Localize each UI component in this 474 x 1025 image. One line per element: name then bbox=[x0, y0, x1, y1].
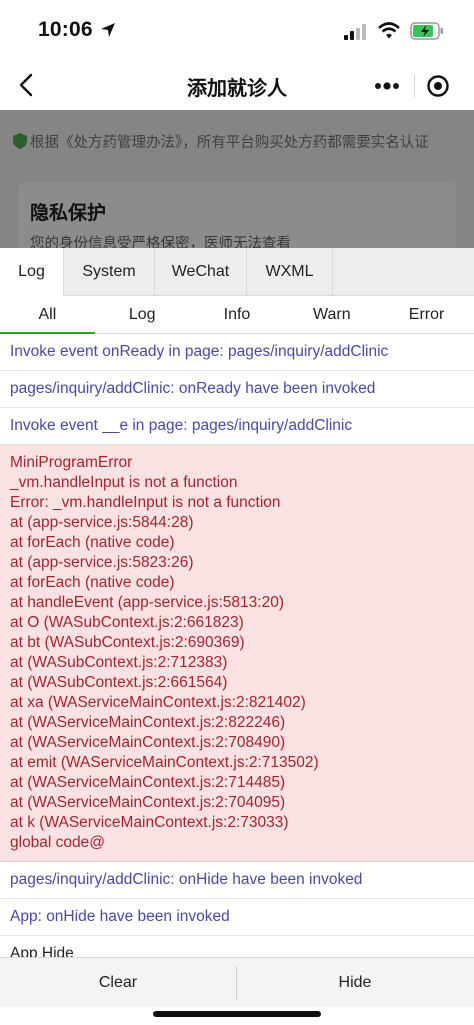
error-stack-line: at (app-service.js:5844:28) bbox=[10, 514, 194, 531]
error-stack-line: at emit (WAServiceMainContext.js:2:71350… bbox=[10, 754, 319, 771]
hide-button[interactable]: Hide bbox=[237, 958, 473, 1008]
error-stack-line: at forEach (native code) bbox=[10, 574, 175, 591]
error-stack-line: at (WAServiceMainContext.js:2:714485) bbox=[10, 774, 286, 791]
filter-info[interactable]: Info bbox=[190, 296, 285, 334]
error-stack-line: at O (WASubContext.js:2:661823) bbox=[10, 614, 244, 631]
clear-button[interactable]: Clear bbox=[0, 958, 236, 1008]
error-stack-line: at k (WAServiceMainContext.js:2:73033) bbox=[10, 814, 289, 831]
error-stack-line: at xa (WAServiceMainContext.js:2:821402) bbox=[10, 694, 306, 711]
tab-log[interactable]: Log bbox=[0, 248, 64, 296]
battery-charging-icon bbox=[410, 22, 443, 40]
log-item: Invoke event __e in page: pages/inquiry/… bbox=[0, 408, 474, 445]
error-stack-line: at forEach (native code) bbox=[10, 534, 175, 551]
more-dots-icon[interactable] bbox=[374, 82, 400, 90]
error-stack-line: _vm.handleInput is not a function bbox=[10, 474, 238, 491]
log-item: Invoke event onReady in page: pages/inqu… bbox=[0, 334, 474, 371]
error-stack-line: at (WASubContext.js:2:712383) bbox=[10, 654, 228, 671]
error-stack-line: at (WASubContext.js:2:661564) bbox=[10, 674, 228, 691]
log-filter-bar: All Log Info Warn Error bbox=[0, 296, 474, 334]
error-stack-line: at handleEvent (app-service.js:5813:20) bbox=[10, 594, 284, 611]
overlay-mask[interactable] bbox=[0, 110, 474, 250]
error-stack-line: global code@ bbox=[10, 834, 106, 851]
home-indicator bbox=[153, 1011, 321, 1017]
log-item: pages/inquiry/addClinic: onReady have be… bbox=[0, 371, 474, 408]
cellular-signal-icon bbox=[344, 24, 366, 40]
error-stack-line: at (WAServiceMainContext.js:2:708490) bbox=[10, 734, 286, 751]
debug-console-panel: Log System WeChat WXML All Log Info Warn… bbox=[0, 248, 474, 1025]
nav-bar: 添加就诊人 bbox=[0, 62, 474, 110]
tab-wechat[interactable]: WeChat bbox=[155, 248, 247, 296]
error-stack-line: at (app-service.js:5823:26) bbox=[10, 554, 194, 571]
location-arrow-icon bbox=[101, 23, 115, 37]
tab-wxml[interactable]: WXML bbox=[247, 248, 333, 296]
filter-warn[interactable]: Warn bbox=[284, 296, 379, 334]
log-item: App Hide bbox=[0, 936, 474, 957]
capsule-divider bbox=[414, 74, 415, 98]
console-bottom-bar: Clear Hide bbox=[0, 957, 474, 1007]
page-title: 添加就诊人 bbox=[187, 78, 287, 100]
status-time: 10:06 bbox=[38, 18, 93, 41]
wifi-icon bbox=[378, 22, 400, 39]
filter-log[interactable]: Log bbox=[95, 296, 190, 334]
error-stack-line: at bt (WASubContext.js:2:690369) bbox=[10, 634, 245, 651]
mini-program-close-icon[interactable] bbox=[426, 74, 450, 98]
status-bar: 10:06 bbox=[0, 0, 474, 62]
filter-error[interactable]: Error bbox=[379, 296, 474, 334]
console-tab-bar: Log System WeChat WXML bbox=[0, 248, 474, 296]
filter-all[interactable]: All bbox=[0, 296, 95, 334]
error-stack-line: at (WAServiceMainContext.js:2:704095) bbox=[10, 794, 286, 811]
log-item: App: onHide have been invoked bbox=[0, 899, 474, 936]
error-stack-line: at (WAServiceMainContext.js:2:822246) bbox=[10, 714, 286, 731]
error-stack-line: Error: _vm.handleInput is not a function bbox=[10, 494, 281, 511]
log-item: pages/inquiry/addClinic: onHide have bee… bbox=[0, 862, 474, 899]
tab-system[interactable]: System bbox=[64, 248, 155, 296]
error-stack-line: MiniProgramError bbox=[10, 454, 133, 471]
error-log-item: MiniProgramError _vm.handleInput is not a… bbox=[0, 445, 474, 862]
log-list[interactable]: Invoke event onReady in page: pages/inqu… bbox=[0, 334, 474, 957]
